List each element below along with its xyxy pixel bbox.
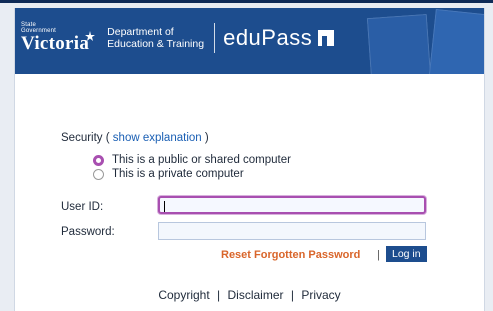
edupass-mark-icon <box>318 29 335 46</box>
privacy-link[interactable]: Privacy <box>301 288 340 302</box>
page: State Government Victoria Department of … <box>0 0 493 311</box>
security-row: Security ( show explanation ) <box>61 132 209 144</box>
victoria-logo: State Government Victoria <box>21 22 89 53</box>
userid-label: User ID: <box>61 201 104 213</box>
department-name: Department of Education & Training <box>107 26 204 50</box>
brand: State Government Victoria Department of … <box>21 22 335 53</box>
text-caret <box>164 201 165 212</box>
login-button[interactable]: Log in <box>386 246 427 262</box>
footer-separator: | <box>217 288 221 302</box>
disclaimer-link[interactable]: Disclaimer <box>228 288 284 302</box>
dept-line-2: Education & Training <box>107 37 205 50</box>
close-paren: ) <box>204 132 209 144</box>
radio-public-label: This is a public or shared computer <box>112 154 291 166</box>
star-icon <box>85 30 96 41</box>
login-panel: Security ( show explanation ) This is a … <box>14 74 485 311</box>
show-explanation-link[interactable]: show explanation <box>113 132 202 144</box>
open-paren: ( <box>105 132 110 144</box>
userid-field[interactable] <box>158 196 426 214</box>
reset-password-link[interactable]: Reset Forgotten Password <box>221 249 360 261</box>
security-label: Security <box>61 132 103 144</box>
link-separator: | <box>377 249 380 261</box>
radio-private[interactable]: This is a private computer <box>93 168 244 180</box>
password-field[interactable] <box>158 222 426 240</box>
header-banner: State Government Victoria Department of … <box>14 8 485 74</box>
footer-links: Copyright | Disclaimer | Privacy <box>15 288 484 302</box>
decorative-square <box>428 8 484 74</box>
decorative-square <box>366 13 432 74</box>
footer-separator: | <box>290 288 294 302</box>
radio-public[interactable]: This is a public or shared computer <box>93 154 291 166</box>
top-bar <box>0 0 493 3</box>
radio-private-label: This is a private computer <box>112 168 244 180</box>
victoria-text: Victoria <box>21 33 90 54</box>
radio-public-button[interactable] <box>93 154 104 166</box>
edupass-logo: eduPass <box>223 24 335 51</box>
brand-divider <box>214 22 216 53</box>
radio-private-button[interactable] <box>93 168 104 180</box>
edupass-text: eduPass <box>223 24 313 50</box>
copyright-link[interactable]: Copyright <box>158 288 209 302</box>
dept-line-1: Department of <box>107 25 174 38</box>
password-label: Password: <box>61 226 115 238</box>
